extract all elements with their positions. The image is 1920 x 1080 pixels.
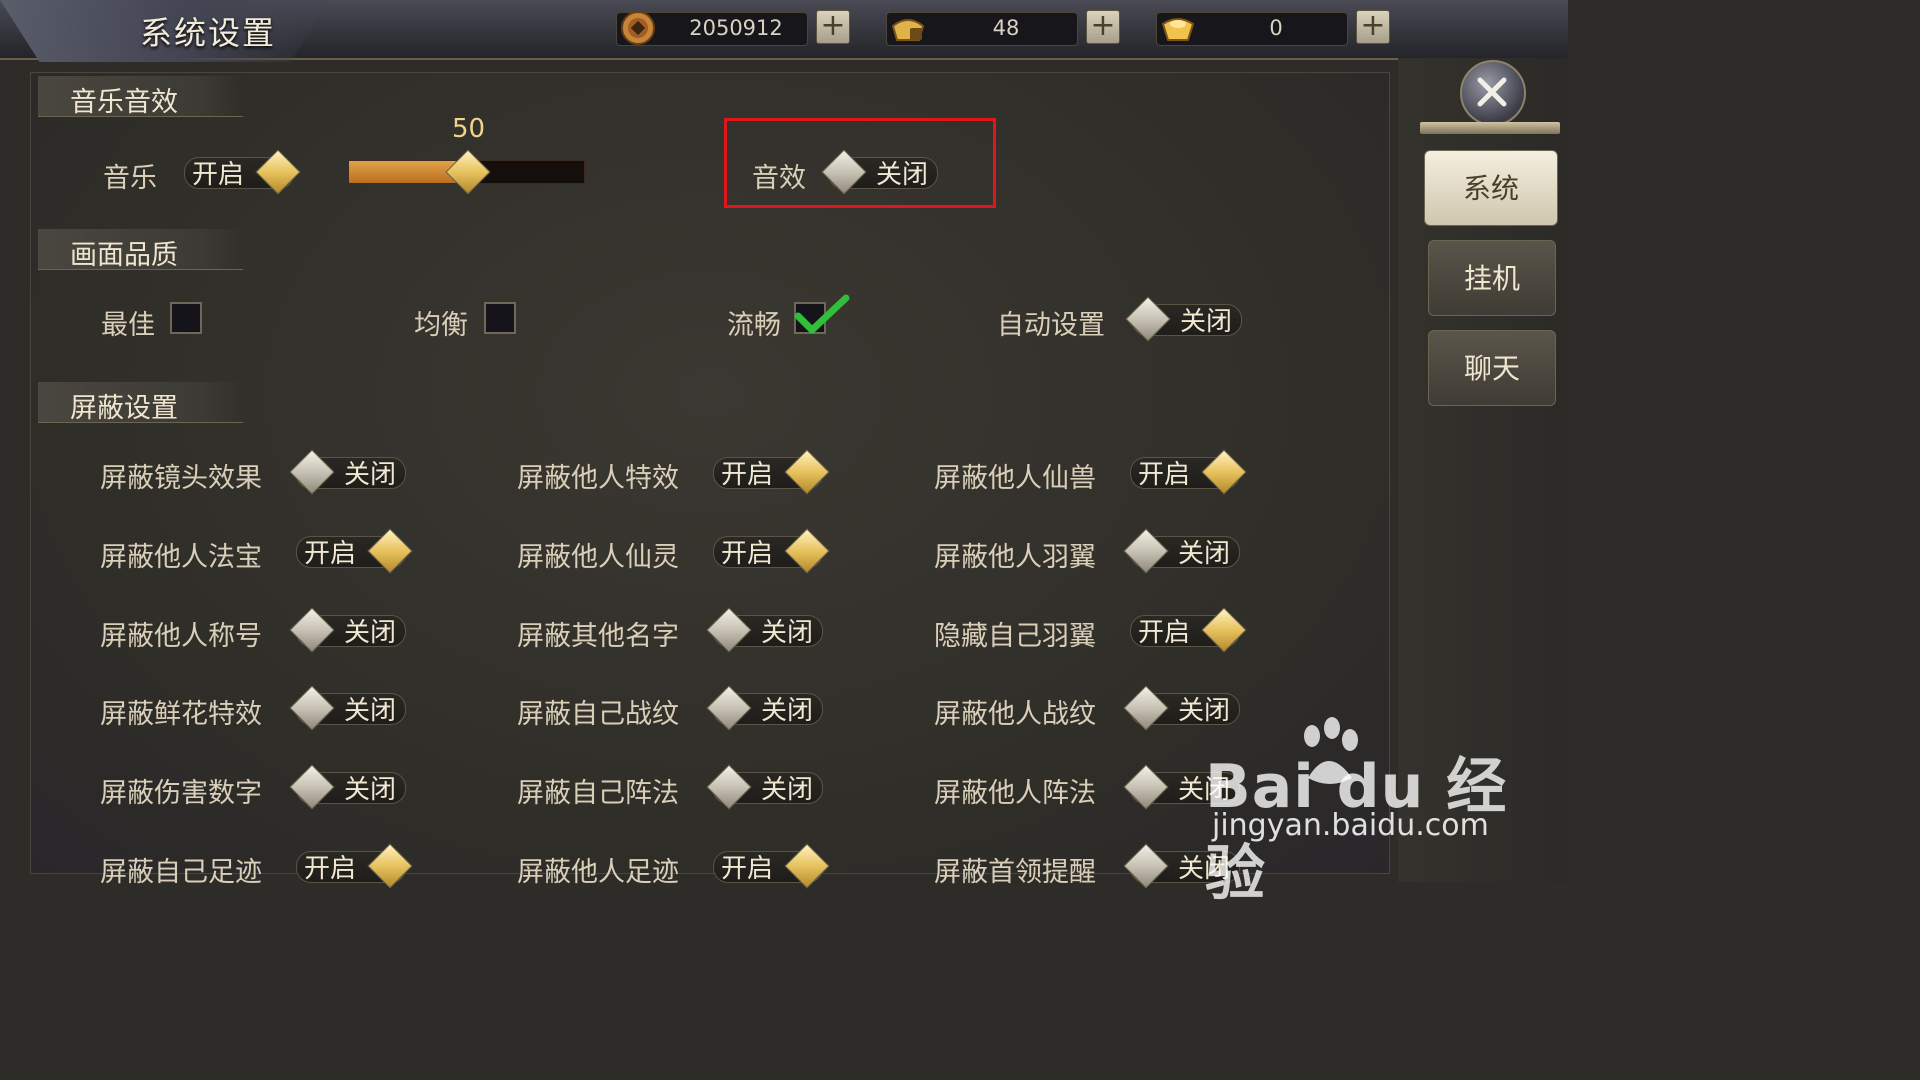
watermark-url: jingyan.baidu.com: [1212, 808, 1489, 843]
shield-setting-label: 屏蔽自己阵法: [517, 778, 679, 809]
shield-setting-label: 屏蔽他人战纹: [934, 699, 1096, 730]
add-copper-button[interactable]: +: [816, 10, 850, 44]
toggle-text: 关闭: [1178, 539, 1231, 569]
toggle-text: 关闭: [761, 775, 814, 805]
quality-smooth-label: 流畅: [727, 310, 781, 341]
shield-setting-label: 屏蔽他人特效: [517, 463, 679, 494]
quality-best-label: 最佳: [101, 310, 155, 341]
shield-setting-toggle[interactable]: 关闭: [705, 764, 829, 810]
shield-setting-toggle[interactable]: 关闭: [1122, 528, 1246, 574]
shield-setting-label: 屏蔽他人足迹: [517, 857, 679, 888]
gold-ingot-icon: [1161, 18, 1195, 41]
toggle-text: 关闭: [1178, 696, 1231, 726]
currency-value: 48: [992, 16, 1020, 40]
currency-locked-gold: 48 +: [886, 10, 1122, 46]
toggle-text: 关闭: [761, 696, 814, 726]
toggle-text: 关闭: [876, 160, 929, 190]
sfx-label: 音效: [752, 163, 806, 194]
shield-setting-label: 屏蔽他人阵法: [934, 778, 1096, 809]
shield-setting-label: 屏蔽自己足迹: [100, 857, 262, 888]
shield-setting-label: 屏蔽其他名字: [517, 621, 679, 652]
currency-gold: 0 +: [1156, 10, 1392, 46]
shield-setting-toggle[interactable]: 关闭: [288, 764, 412, 810]
shield-setting-label: 屏蔽首领提醒: [934, 857, 1096, 888]
shield-setting-toggle[interactable]: 开启: [288, 528, 413, 574]
auto-setting-toggle[interactable]: 关闭: [1124, 296, 1248, 342]
locked-gold-ingot-icon: [891, 19, 925, 41]
shield-setting-toggle[interactable]: 开启: [705, 528, 830, 574]
currency-value: 2050912: [689, 16, 783, 40]
shield-setting-toggle[interactable]: 开启: [288, 843, 413, 889]
music-toggle[interactable]: 开启: [176, 149, 301, 195]
quality-balanced-checkbox[interactable]: [484, 302, 516, 334]
add-locked-gold-button[interactable]: +: [1086, 10, 1120, 44]
currency-copper: 2050912 +: [616, 10, 852, 46]
tab-chat[interactable]: 聊天: [1428, 330, 1556, 406]
shield-setting-label: 屏蔽他人羽翼: [934, 542, 1096, 573]
auto-setting-label: 自动设置: [997, 310, 1105, 341]
toggle-text: 开启: [1138, 460, 1191, 490]
section-header-audio: 音乐音效: [38, 76, 243, 118]
quality-smooth-checkbox[interactable]: [794, 294, 850, 334]
shield-setting-label: 屏蔽镜头效果: [100, 463, 262, 494]
page-title: 系统设置: [140, 14, 277, 52]
shield-setting-label: 屏蔽伤害数字: [100, 778, 262, 809]
toggle-text: 开启: [721, 460, 774, 490]
toggle-text: 关闭: [344, 775, 397, 805]
volume-slider[interactable]: [348, 149, 585, 195]
toggle-text: 关闭: [761, 618, 814, 648]
volume-value: 50: [452, 114, 486, 144]
shield-setting-toggle[interactable]: 关闭: [705, 607, 829, 653]
toggle-text: 开启: [1138, 618, 1191, 648]
toggle-text: 开启: [721, 539, 774, 569]
shield-setting-label: 屏蔽他人仙灵: [517, 542, 679, 573]
section-header-shield: 屏蔽设置: [38, 382, 243, 424]
section-header-quality: 画面品质: [38, 229, 243, 271]
toggle-text: 关闭: [344, 696, 397, 726]
shield-setting-label: 屏蔽自己战纹: [517, 699, 679, 730]
toggle-text: 开启: [304, 539, 357, 569]
shield-setting-label: 屏蔽他人称号: [100, 621, 262, 652]
toggle-text: 关闭: [1180, 307, 1233, 337]
shield-setting-toggle[interactable]: 关闭: [288, 685, 412, 731]
shield-setting-toggle[interactable]: 关闭: [705, 685, 829, 731]
shield-setting-label: 隐藏自己羽翼: [934, 621, 1096, 652]
shield-setting-toggle[interactable]: 关闭: [288, 607, 412, 653]
currency-value: 0: [1269, 16, 1283, 40]
sfx-toggle[interactable]: 关闭: [820, 149, 944, 195]
toggle-text: 开启: [304, 854, 357, 884]
shield-setting-label: 屏蔽鲜花特效: [100, 699, 262, 730]
shield-setting-toggle[interactable]: 开启: [1122, 607, 1247, 653]
shield-setting-toggle[interactable]: 开启: [1122, 449, 1247, 495]
quality-best-checkbox[interactable]: [170, 302, 202, 334]
add-gold-button[interactable]: +: [1356, 10, 1390, 44]
close-icon: [1477, 77, 1507, 107]
shield-setting-toggle[interactable]: 关闭: [1122, 685, 1246, 731]
side-shelf: [1420, 122, 1560, 134]
toggle-text: 关闭: [344, 460, 397, 490]
toggle-text: 关闭: [344, 618, 397, 648]
shield-setting-toggle[interactable]: 开启: [705, 843, 830, 889]
tab-system[interactable]: 系统: [1424, 150, 1558, 226]
copper-coin-icon: [621, 11, 655, 45]
toggle-text: 开启: [721, 854, 774, 884]
close-button[interactable]: [1460, 60, 1526, 126]
tab-idle[interactable]: 挂机: [1428, 240, 1556, 316]
shield-setting-toggle[interactable]: 关闭: [288, 449, 412, 495]
shield-setting-label: 屏蔽他人仙兽: [934, 463, 1096, 494]
shield-setting-toggle[interactable]: 开启: [705, 449, 830, 495]
shield-setting-label: 屏蔽他人法宝: [100, 542, 262, 573]
quality-balanced-label: 均衡: [414, 310, 468, 341]
check-icon: [794, 294, 850, 334]
music-label: 音乐: [103, 163, 157, 194]
toggle-text: 开启: [192, 160, 245, 190]
